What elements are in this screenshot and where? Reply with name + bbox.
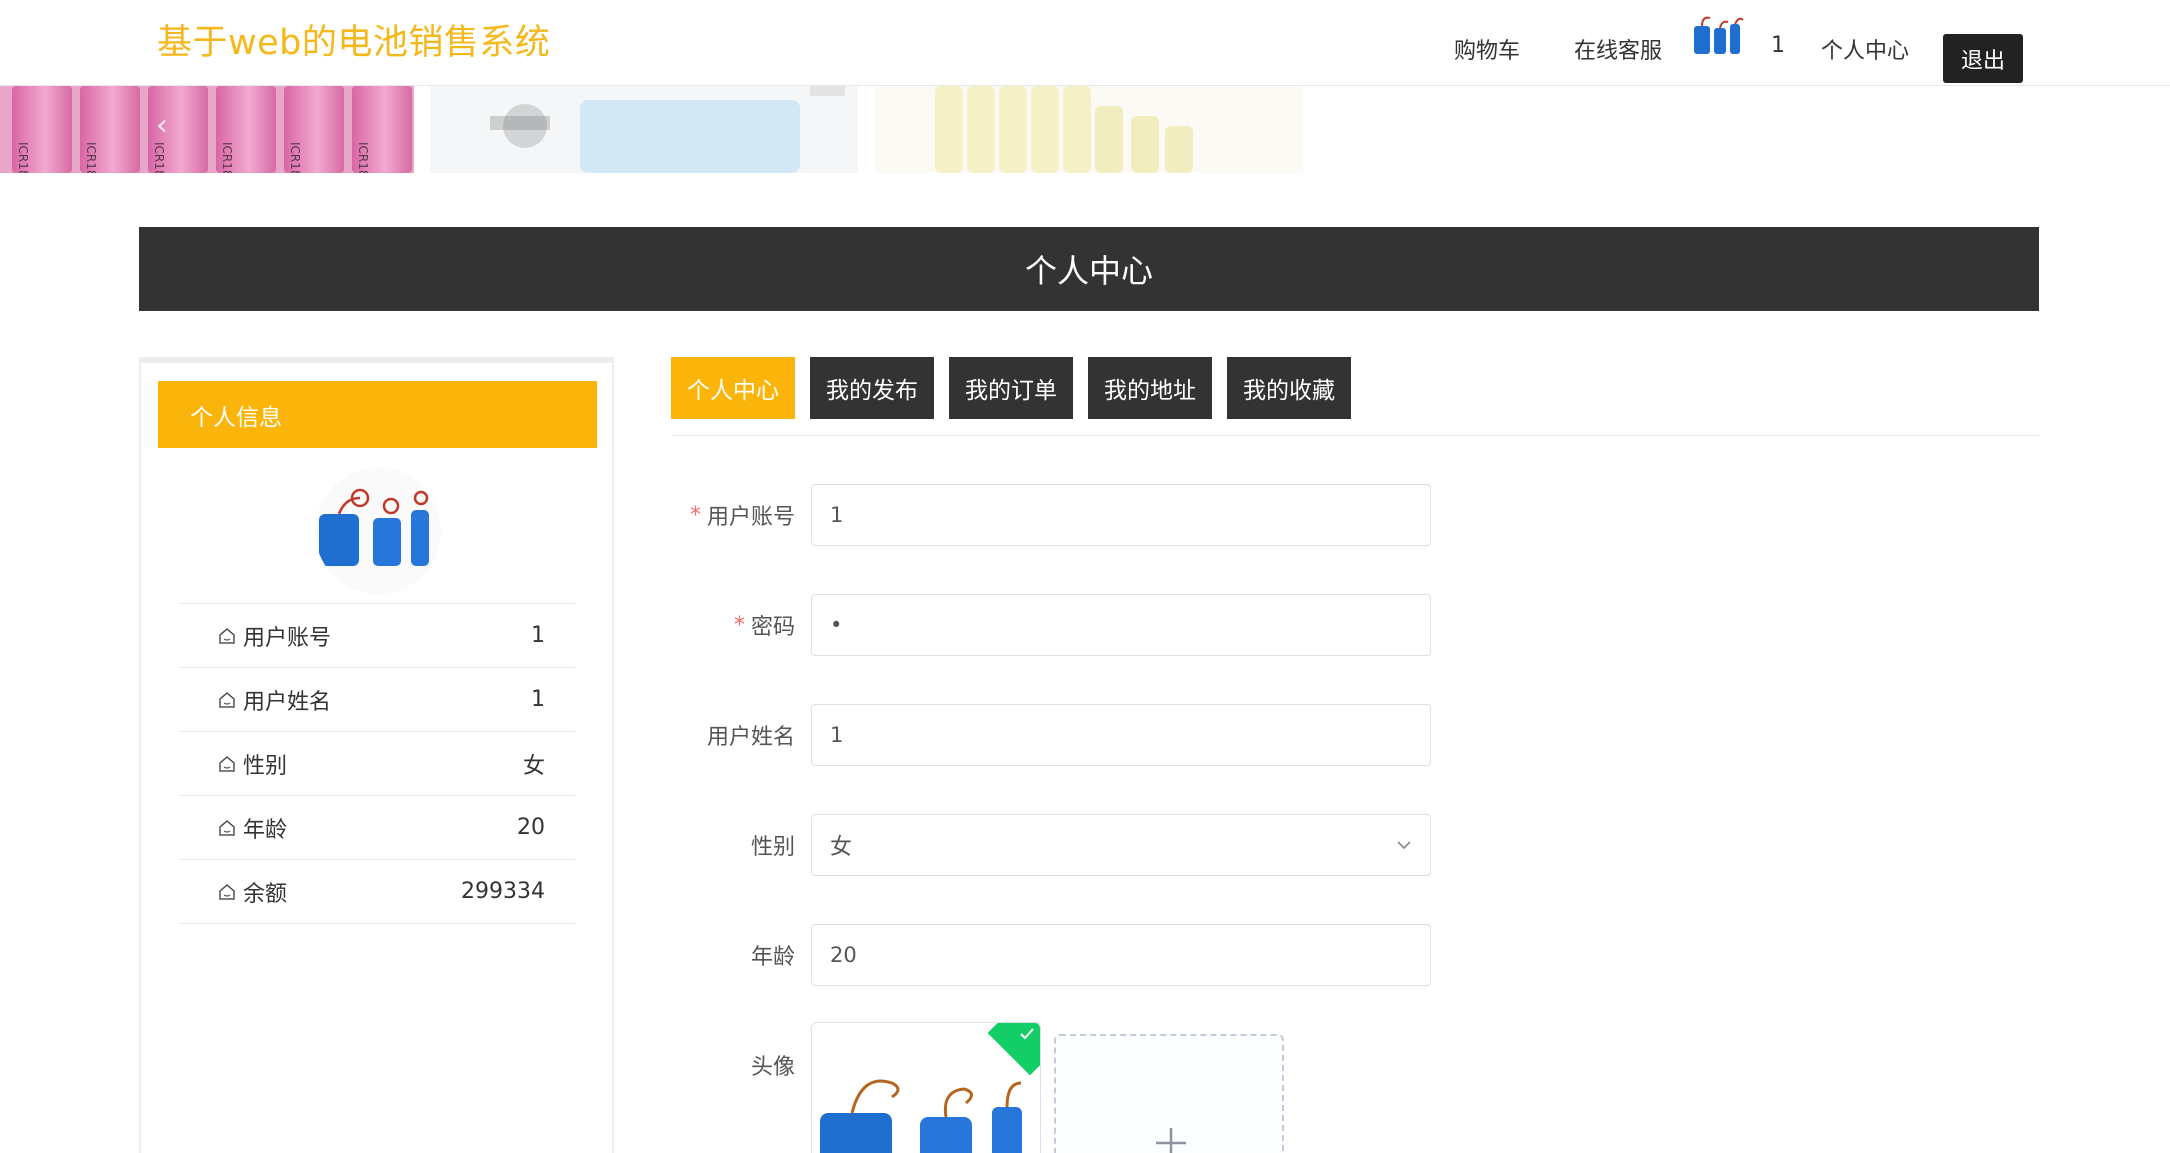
user-avatar[interactable] (1690, 8, 1750, 58)
gender-label: 性别 (750, 835, 795, 860)
tab-my-address[interactable]: 我的地址 (1088, 357, 1212, 419)
logout-button[interactable]: 退出 (1943, 34, 2023, 83)
password-input[interactable] (811, 594, 1431, 656)
name-input[interactable] (811, 704, 1431, 766)
banner-carousel[interactable]: ICR18 SAMSUNG ICR18 SAMSUNG ICR18 SAMSUN… (0, 86, 1310, 173)
nav-service-link[interactable]: 在线客服 (1574, 33, 1662, 65)
house-icon (219, 755, 235, 772)
house-icon (219, 819, 235, 836)
site-title[interactable]: 基于web的电池销售系统 (157, 14, 550, 65)
info-value: 20 (517, 815, 545, 840)
name-label: 用户姓名 (706, 725, 795, 750)
house-icon (219, 627, 235, 644)
nav-personal-center-link[interactable]: 个人中心 (1821, 33, 1909, 65)
nav-username[interactable]: 1 (1771, 33, 1785, 58)
house-icon (219, 691, 235, 708)
plus-icon (1156, 1128, 1186, 1153)
info-row-age: 年龄 20 (179, 796, 575, 860)
house-icon (219, 883, 235, 900)
form-row-avatar: 头像 (671, 1022, 1431, 1153)
section-title-bar: 个人中心 (139, 227, 2039, 311)
tabs-divider (671, 435, 2039, 436)
info-label: 余额 (243, 881, 288, 907)
password-label: * 密码 (733, 612, 795, 641)
age-label: 年龄 (750, 945, 795, 970)
banner-slide-batteries-pink[interactable]: ICR18 SAMSUNG ICR18 SAMSUNG ICR18 SAMSUN… (0, 86, 414, 173)
info-value: 1 (531, 623, 545, 648)
account-input[interactable] (811, 484, 1431, 546)
age-input[interactable] (811, 924, 1431, 986)
chevron-down-icon (1397, 841, 1411, 850)
avatar-upload-button[interactable] (1054, 1034, 1284, 1153)
info-label: 用户姓名 (243, 689, 332, 715)
banner-slide-battery-pack[interactable] (430, 86, 858, 173)
avatar-upload-thumbnail[interactable] (811, 1022, 1041, 1153)
nav-cart-link[interactable]: 购物车 (1454, 33, 1520, 65)
tab-personal-center[interactable]: 个人中心 (671, 357, 795, 419)
form-row-password: * 密码 (671, 594, 1431, 656)
info-label: 用户账号 (243, 625, 332, 651)
top-header: 基于web的电池销售系统 购物车 在线客服 1 个人中心 退出 (0, 0, 2170, 86)
banner-slide-cells-yellow[interactable] (875, 86, 1303, 173)
form-row-account: * 用户账号 (671, 484, 1431, 546)
info-row-account: 用户账号 1 (179, 604, 575, 668)
info-row-gender: 性别 女 (179, 732, 575, 796)
personal-info-panel: 个人信息 用户账号 1 用户姓名 1 性别 女 年龄 20 余额 299334 (139, 357, 614, 1153)
info-value: 1 (531, 687, 545, 712)
tab-my-favorites[interactable]: 我的收藏 (1227, 357, 1351, 419)
account-label: * 用户账号 (689, 502, 795, 531)
info-label: 性别 (243, 753, 288, 779)
info-value: 女 (522, 753, 545, 779)
info-value: 299334 (461, 879, 545, 904)
form-row-name: 用户姓名 (671, 704, 1431, 766)
tab-my-posts[interactable]: 我的发布 (810, 357, 934, 419)
gender-selected-value: 女 (830, 835, 853, 860)
profile-avatar (315, 468, 441, 594)
info-row-name: 用户姓名 1 (179, 668, 575, 732)
profile-tabs: 个人中心 我的发布 我的订单 我的地址 我的收藏 (671, 357, 1351, 419)
tab-my-orders[interactable]: 我的订单 (949, 357, 1073, 419)
carousel-prev-icon[interactable]: ‹ (156, 108, 168, 143)
form-row-age: 年龄 (671, 924, 1431, 986)
info-label: 年龄 (243, 817, 288, 843)
form-row-gender: 性别 女 (671, 814, 1431, 876)
personal-info-header: 个人信息 (158, 381, 597, 448)
avatar-label: 头像 (750, 1055, 795, 1080)
gender-select[interactable]: 女 (811, 814, 1431, 876)
personal-info-list: 用户账号 1 用户姓名 1 性别 女 年龄 20 余额 299334 (179, 603, 575, 924)
check-icon (1020, 1028, 1034, 1040)
info-row-balance: 余额 299334 (179, 860, 575, 924)
